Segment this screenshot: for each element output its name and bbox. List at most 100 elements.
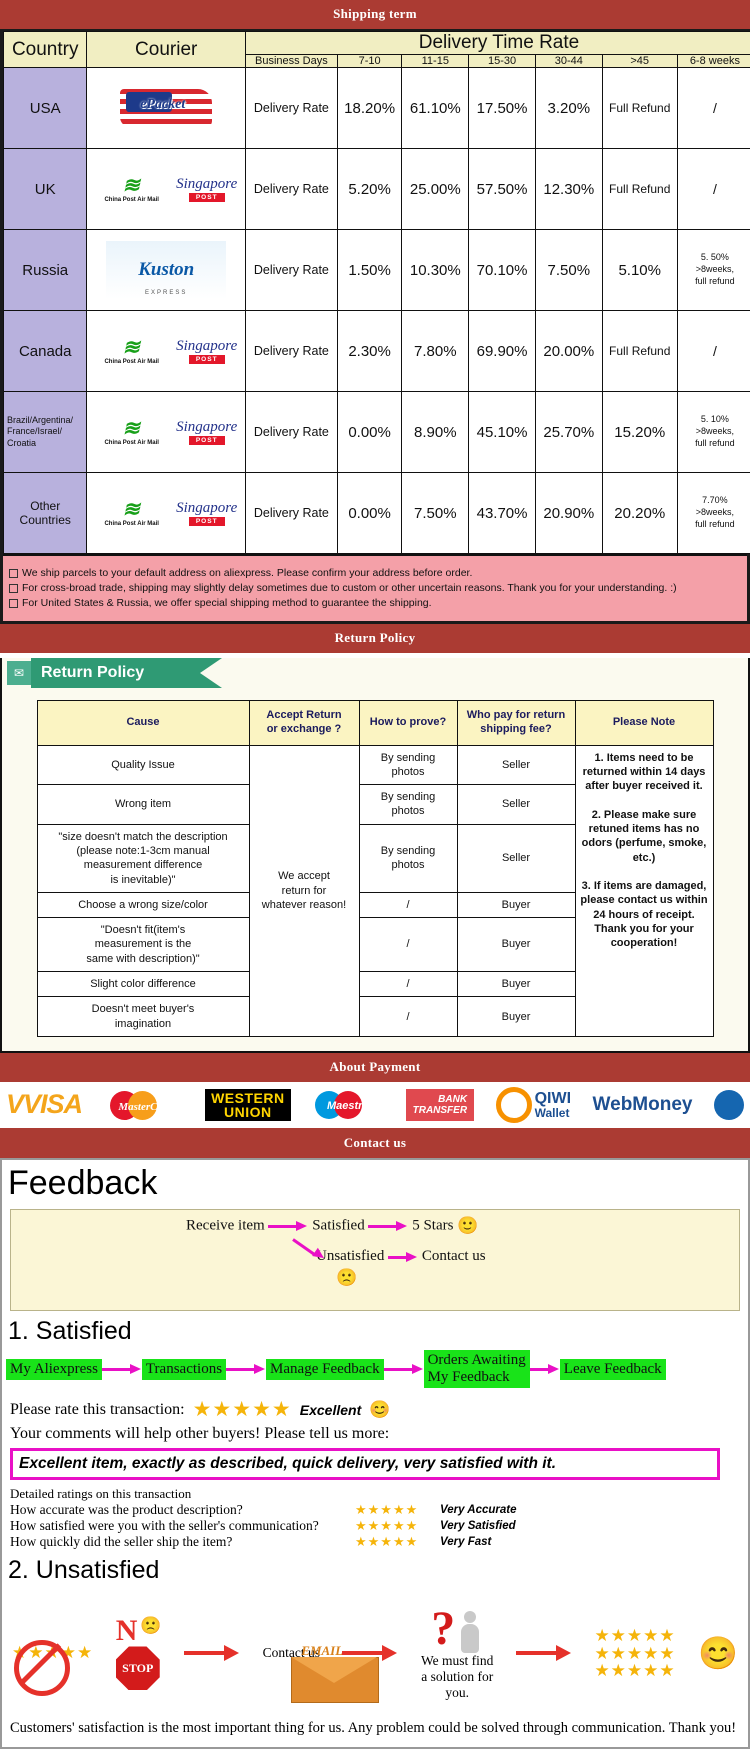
rate-usa-15-30: 17.50%	[469, 68, 536, 149]
no-rating-icon: ★★★★★	[12, 1644, 93, 1662]
satisfied-heading: 1. Satisfied	[8, 1317, 748, 1346]
comment-prompt: Your comments will help other buyers! Pl…	[10, 1425, 748, 1443]
arrow-right-icon	[268, 1221, 308, 1231]
qiwi-label: QIWI	[535, 1091, 571, 1107]
courier-logos-canada: ≋ China Post Air Mail Singapore POST	[87, 311, 246, 392]
kuston-sublabel: EXPRESS	[145, 290, 187, 296]
china-post-air-mail-icon: ≋ China Post Air Mail	[93, 418, 171, 446]
shipping-row-canada: Canada ≋ China Post Air Mail Singapore P…	[4, 311, 750, 392]
rate-usa-over-45: Full Refund	[602, 68, 677, 149]
mastercard-icon: MasterCard	[104, 1089, 184, 1121]
final-star-row-2: ★★★★★	[594, 1645, 675, 1663]
unsatisfied-flow: ★★★★★ N 🙁 STOP EMAIL Contact us	[2, 1589, 748, 1713]
rate-usa-30-44: 3.20%	[535, 68, 602, 149]
country-canada: Canada	[4, 311, 87, 392]
qiwi-wallet-icon: QIWI Wallet	[496, 1087, 571, 1123]
stop-sign-icon: STOP	[116, 1646, 160, 1690]
rate-other-30-44: 20.90%	[535, 473, 602, 554]
detail-question-communication: How satisfied were you with the seller's…	[10, 1518, 355, 1534]
delivery-rate-label-brazil-group: Delivery Rate	[245, 392, 337, 473]
singapore-post-sublabel: POST	[189, 436, 225, 445]
prove-wrong-size-color: /	[359, 892, 457, 917]
webmoney-label: WebMoney	[593, 1094, 693, 1116]
comment-textbox[interactable]: Excellent item, exactly as described, qu…	[10, 1448, 720, 1480]
rate-russia-30-44: 7.50%	[535, 230, 602, 311]
rate-brazil-6-8-weeks: 5. 10% >8weeks, full refund	[677, 392, 750, 473]
shipping-term-banner: Shipping term	[0, 0, 750, 29]
step-transactions[interactable]: Transactions	[142, 1359, 226, 1380]
maestro-label: Maestro	[312, 1100, 384, 1112]
rating-stars[interactable]: ★★★★★	[193, 1397, 292, 1422]
western-union-icon: WESTERN UNION	[205, 1089, 291, 1121]
shipping-notes: We ship parcels to your default address …	[3, 554, 747, 621]
visa-icon: VVISA	[6, 1089, 82, 1120]
detail-stars-communication[interactable]: ★★★★★	[355, 1518, 440, 1534]
singapore-post-label: Singapore	[176, 339, 237, 354]
step-leave-feedback[interactable]: Leave Feedback	[560, 1359, 666, 1380]
rate-other-over-45: 20.20%	[602, 473, 677, 554]
rate-russia-11-15: 10.30%	[402, 230, 469, 311]
detail-rating-row: How satisfied were you with the seller's…	[10, 1518, 748, 1534]
th-who-pays: Who pay for return shipping fee?	[457, 701, 575, 746]
kuston-express-icon: Kuston EXPRESS	[106, 241, 226, 299]
feedback-title: Feedback	[8, 1164, 748, 1203]
arrow-right-icon	[384, 1364, 424, 1374]
detail-stars-shipping-speed[interactable]: ★★★★★	[355, 1534, 440, 1550]
china-post-label: China Post Air Mail	[104, 440, 158, 446]
contact-us-banner: Contact us	[0, 1129, 750, 1158]
country-other: Other Countries	[4, 473, 87, 554]
question-mark-icon: ?	[431, 1605, 455, 1653]
unsatisfied-heading: 2. Unsatisfied	[8, 1556, 748, 1585]
mastercard-label: MasterCard	[109, 1101, 183, 1113]
webmoney-icon	[714, 1090, 744, 1120]
rate-canada-30-44: 20.00%	[535, 311, 602, 392]
please-note-cell: 1. Items need to be returned within 14 d…	[575, 745, 713, 1036]
flow-receive-item: Receive item	[186, 1217, 265, 1233]
rate-transaction-line: Please rate this transaction: ★★★★★ Exce…	[10, 1397, 748, 1422]
cause-quality-issue: Quality Issue	[37, 745, 249, 785]
shipping-row-uk: UK ≋ China Post Air Mail Singapore POST …	[4, 149, 750, 230]
flow-five-stars: 5 Stars	[412, 1217, 453, 1233]
delivery-rate-label-usa: Delivery Rate	[245, 68, 337, 149]
solution-caption: We must find a solution for you.	[421, 1653, 493, 1701]
rate-canada-6-8-weeks: /	[677, 311, 750, 392]
rate-brazil-11-15: 8.90%	[402, 392, 469, 473]
final-star-row-1: ★★★★★	[594, 1627, 675, 1645]
singapore-post-sublabel: POST	[189, 355, 225, 364]
courier-logos-uk: ≋ China Post Air Mail Singapore POST	[87, 149, 246, 230]
pay-quality-issue: Seller	[457, 745, 575, 785]
qiwi-wallet-label: Wallet	[535, 1107, 571, 1119]
smiley-icon: 😊	[369, 1400, 390, 1420]
step-my-aliexpress[interactable]: My Aliexpress	[6, 1359, 102, 1380]
prove-doesnt-fit: /	[359, 918, 457, 972]
return-policy-table: Cause Accept Return or exchange ? How to…	[37, 700, 714, 1037]
feedback-flow-diagram: Receive item Satisfied 5 Stars 🙂 Unsatis…	[10, 1209, 740, 1311]
shipping-row-russia: Russia Kuston EXPRESS Delivery Rate 1.50…	[4, 230, 750, 311]
rate-russia-7-10: 1.50%	[337, 230, 402, 311]
step-orders-awaiting-feedback[interactable]: Orders Awaiting My Feedback	[424, 1350, 530, 1389]
arrow-right-icon	[102, 1364, 142, 1374]
detail-stars-accuracy[interactable]: ★★★★★	[355, 1502, 440, 1518]
rate-brazil-over-45: 15.20%	[602, 392, 677, 473]
rate-other-11-15: 7.50%	[402, 473, 469, 554]
delivery-rate-label-other: Delivery Rate	[245, 473, 337, 554]
rate-canada-over-45: Full Refund	[602, 311, 677, 392]
cause-color-difference: Slight color difference	[37, 972, 249, 997]
epacket-label: ePacket	[140, 97, 185, 113]
arrow-right-icon	[516, 1647, 572, 1659]
pay-doesnt-fit: Buyer	[457, 918, 575, 972]
th-delivery-time-rate: Delivery Time Rate	[245, 32, 750, 55]
rate-uk-15-30: 57.50%	[469, 149, 536, 230]
detail-question-shipping-speed: How quickly did the seller ship the item…	[10, 1534, 355, 1550]
bank-transfer-label-2: TRANSFER	[413, 1105, 467, 1116]
th-accept-return: Accept Return or exchange ?	[249, 701, 359, 746]
step-manage-feedback[interactable]: Manage Feedback	[266, 1359, 384, 1380]
th-days-15-30: 15-30	[469, 55, 536, 68]
rate-other-6-8-weeks: 7.70% >8weeks, full refund	[677, 473, 750, 554]
about-payment-banner: About Payment	[0, 1053, 750, 1082]
western-union-label-2: UNION	[211, 1105, 285, 1119]
detailed-ratings-heading: Detailed ratings on this transaction	[10, 1486, 748, 1502]
rate-usa-6-8-weeks: /	[677, 68, 750, 149]
singapore-post-sublabel: POST	[189, 193, 225, 202]
country-russia: Russia	[4, 230, 87, 311]
